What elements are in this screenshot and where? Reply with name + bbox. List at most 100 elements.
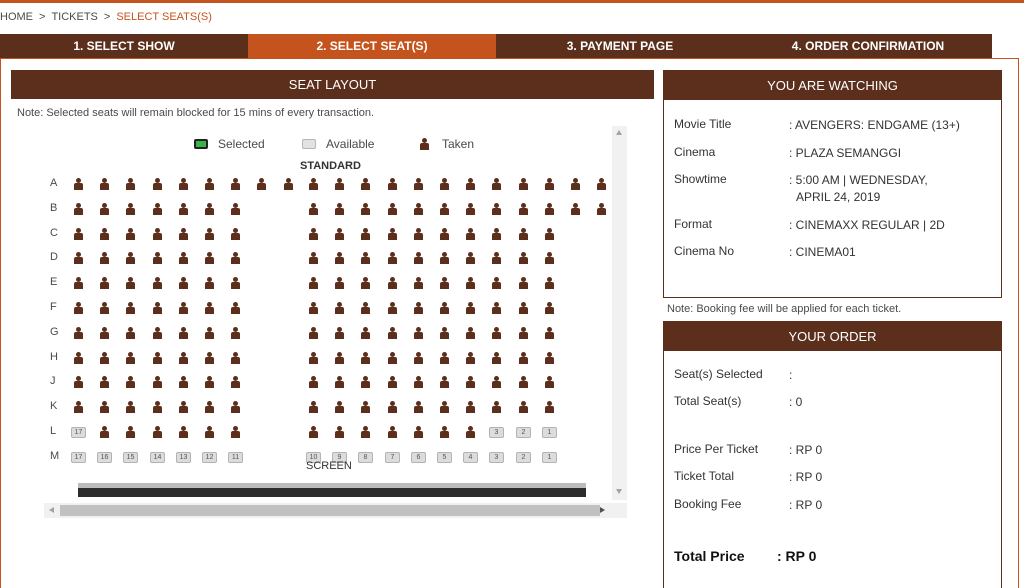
seat-taken-icon [126,277,135,289]
seat-taken-icon [74,352,83,364]
seat-available[interactable]: 4 [463,452,478,463]
seat-taken-icon [74,277,83,289]
seat-taken-icon [257,178,266,190]
screen-label: SCREEN [306,460,352,472]
seat-taken-icon [466,228,475,240]
seat-taken-icon [74,376,83,388]
seat-taken-icon [309,401,318,413]
seat-available[interactable]: 17 [71,427,86,438]
seat-taken-icon [153,426,162,438]
taken-seat-icon [420,138,430,150]
breadcrumb-home[interactable]: HOME [0,11,33,23]
seat-taken-icon [153,302,162,314]
seat-taken-icon [100,228,109,240]
seat-taken-icon [414,302,423,314]
seat-vertical-scrollbar[interactable] [612,126,627,500]
seat-available[interactable]: 11 [228,452,243,463]
section-label: STANDARD [300,160,361,172]
seat-taken-icon [335,252,344,264]
scroll-thumb[interactable] [60,505,600,516]
seat-taken-icon [466,277,475,289]
seat-taken-icon [126,376,135,388]
seat-taken-icon [571,178,580,190]
seat-available[interactable]: 5 [437,452,452,463]
seat-taken-icon [153,401,162,413]
seat-taken-icon [74,203,83,215]
seat-taken-icon [492,252,501,264]
seat-taken-icon [361,203,370,215]
seat-taken-icon [545,327,554,339]
breadcrumb-separator: > [103,11,111,23]
seat-taken-icon [231,426,240,438]
seat-available[interactable]: 1 [542,427,557,438]
scroll-down-icon[interactable] [616,489,622,494]
breadcrumb-separator: > [39,11,46,23]
step-payment-page[interactable]: 3. PAYMENT PAGE [496,34,744,58]
seat-taken-icon [388,277,397,289]
row-label: A [50,177,58,189]
seat-taken-icon [361,352,370,364]
seat-taken-icon [100,203,109,215]
seat-taken-icon [179,228,188,240]
seat-available[interactable]: 6 [411,452,426,463]
seat-available[interactable]: 3 [489,452,504,463]
seat-taken-icon [492,302,501,314]
seat-available[interactable]: 15 [123,452,138,463]
seat-taken-icon [284,178,293,190]
seat-taken-icon [466,203,475,215]
seat-taken-icon [100,178,109,190]
scroll-up-icon[interactable] [616,130,622,135]
seat-taken-icon [309,277,318,289]
seat-taken-icon [153,376,162,388]
seat-taken-icon [466,352,475,364]
seat-taken-icon [179,376,188,388]
seat-taken-icon [100,426,109,438]
breadcrumb-tickets[interactable]: TICKETS [51,11,97,23]
step-order-confirmation[interactable]: 4. ORDER CONFIRMATION [744,34,992,58]
scroll-right-icon[interactable] [600,507,605,513]
seat-taken-icon [231,277,240,289]
seat-taken-icon [100,327,109,339]
seat-available[interactable]: 1 [542,452,557,463]
seat-available[interactable]: 7 [385,452,400,463]
seat-taken-icon [309,376,318,388]
seat-taken-icon [100,252,109,264]
seat-taken-icon [309,302,318,314]
seat-available[interactable]: 12 [202,452,217,463]
seat-available[interactable]: 16 [97,452,112,463]
seat-taken-icon [519,401,528,413]
seat-taken-icon [414,401,423,413]
seat-available[interactable]: 3 [489,427,504,438]
seat-taken-icon [388,401,397,413]
order-value: : 0 [789,395,803,409]
seat-available[interactable]: 14 [150,452,165,463]
step-select-seats[interactable]: 2. SELECT SEAT(S) [248,34,496,58]
row-label: M [50,450,60,462]
seat-horizontal-scrollbar[interactable] [44,503,627,518]
seat-taken-icon [335,178,344,190]
scroll-left-icon[interactable] [49,507,54,513]
seat-available[interactable]: 2 [516,452,531,463]
seat-available[interactable]: 2 [516,427,531,438]
seat-taken-icon [388,228,397,240]
seat-taken-icon [153,178,162,190]
legend-available-label: Available [326,137,375,151]
seat-taken-icon [545,352,554,364]
step-select-show[interactable]: 1. SELECT SHOW [0,34,248,58]
seat-taken-icon [100,302,109,314]
order-total-value: : RP 0 [777,548,817,564]
seat-taken-icon [74,401,83,413]
seat-taken-icon [519,228,528,240]
seat-taken-icon [571,203,580,215]
seat-taken-icon [335,426,344,438]
seat-available[interactable]: 8 [358,452,373,463]
order-label: Price Per Ticket [674,442,759,456]
seat-available[interactable]: 17 [71,452,86,463]
seat-taken-icon [153,228,162,240]
seat-taken-icon [309,252,318,264]
seat-available[interactable]: 13 [176,452,191,463]
seat-taken-icon [440,426,449,438]
seat-taken-icon [414,277,423,289]
available-seat-icon [302,139,316,149]
seat-taken-icon [519,252,528,264]
